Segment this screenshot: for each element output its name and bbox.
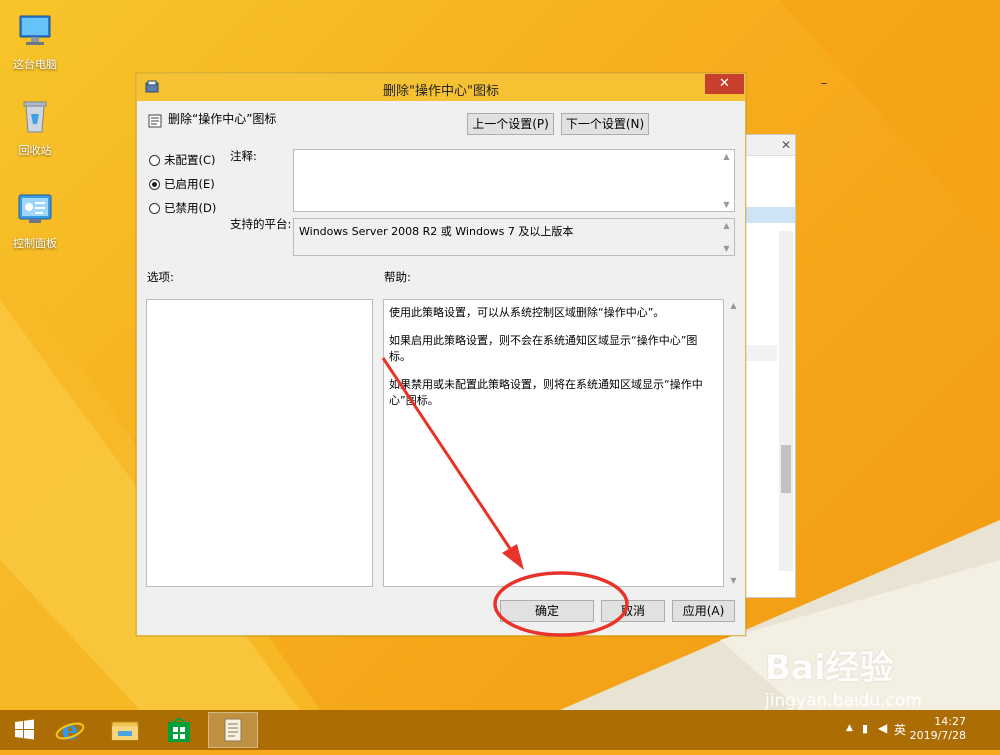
help-paragraph: 使用此策略设置，可以从系统控制区域删除“操作中心”。 [389, 306, 665, 319]
scroll-up-icon[interactable]: ▲ [719, 221, 734, 230]
help-paragraph: 如果禁用或未配置此策略设置，则将在系统通知区域显示“操作中心”图标。 [389, 378, 703, 407]
policy-name: 删除“操作中心”图标 [168, 112, 277, 126]
desktop-icon-recycle-bin[interactable]: 回收站 [6, 96, 64, 158]
dialog-title: 删除"操作中心"图标 [383, 84, 499, 99]
platform-label: 支持的平台: [230, 217, 292, 231]
platform-value: Windows Server 2008 R2 或 Windows 7 及以上版本 [299, 225, 574, 238]
scroll-up-icon[interactable]: ▲ [726, 301, 741, 310]
close-icon[interactable]: ✕ [705, 74, 744, 94]
help-panel: 使用此策略设置，可以从系统控制区域删除“操作中心”。 如果启用此策略设置，则不会… [383, 299, 724, 587]
clock[interactable]: 14:27 2019/7/28 [910, 715, 966, 755]
desktop-icon-label: 回收站 [18, 144, 52, 157]
policy-setting-icon [148, 114, 162, 128]
taskbar-store[interactable] [154, 712, 204, 748]
scroll-down-icon[interactable]: ▼ [719, 200, 734, 209]
background-window[interactable]: ✕ [744, 134, 796, 598]
network-icon[interactable]: ▮ [862, 722, 868, 735]
next-setting-button[interactable]: 下一个设置(N) [561, 113, 649, 135]
folder-icon [111, 721, 139, 741]
radio-disabled[interactable]: 已禁用(D) [149, 200, 216, 216]
tray-overflow-icon[interactable]: ▲ [846, 723, 853, 733]
help-text: 使用此策略设置，可以从系统控制区域删除“操作中心”。 如果启用此策略设置，则不会… [389, 305, 703, 421]
radio-label: 已启用(E) [164, 177, 215, 191]
windows-logo-icon [15, 719, 34, 740]
policy-document-icon [224, 718, 242, 742]
options-label: 选项: [147, 270, 174, 284]
radio-label: 已禁用(D) [164, 201, 217, 215]
watermark-url: jingyan.baidu.com [765, 691, 922, 711]
apply-button[interactable]: 应用(A) [672, 600, 735, 622]
ime-language-indicator[interactable]: 英 [894, 721, 906, 738]
radio-enabled[interactable]: 已启用(E) [149, 176, 215, 192]
platform-scrollbar[interactable]: ▲ ▼ [719, 219, 734, 255]
platform-field: Windows Server 2008 R2 或 Windows 7 及以上版本… [293, 218, 735, 256]
taskbar-ie[interactable]: e [45, 712, 95, 748]
clock-date: 2019/7/28 [909, 729, 966, 742]
clock-time: 14:27 [934, 715, 966, 728]
dialog-titlebar[interactable]: 删除"操作中心"图标 – ✕ [137, 74, 827, 101]
comment-label: 注释: [230, 149, 257, 163]
scroll-down-icon[interactable]: ▼ [719, 244, 734, 253]
scroll-up-icon[interactable]: ▲ [719, 152, 734, 161]
help-label: 帮助: [384, 270, 411, 284]
background-window-titlebar[interactable]: ✕ [745, 135, 795, 156]
close-icon[interactable]: ✕ [781, 138, 791, 152]
taskbar-policy-editor[interactable] [208, 712, 258, 748]
options-panel[interactable] [146, 299, 373, 587]
recycle-bin-icon [23, 101, 47, 133]
store-icon [168, 718, 190, 742]
radio-label: 未配置(C) [164, 153, 216, 167]
scrollbar-thumb[interactable] [781, 445, 791, 493]
desktop-icon-this-pc[interactable]: 这台电脑 [6, 10, 64, 72]
svg-text:e: e [62, 716, 79, 746]
background-window-scrollbar[interactable] [779, 231, 793, 571]
taskbar-file-explorer[interactable] [100, 712, 150, 748]
help-paragraph: 如果启用此策略设置，则不会在系统通知区域显示“操作中心”图标。 [389, 334, 698, 363]
computer-icon [19, 15, 51, 45]
watermark-logo: Bai经验 [765, 648, 894, 688]
ok-button[interactable]: 确定 [500, 600, 594, 622]
volume-icon[interactable]: ◀ [878, 721, 887, 735]
background-window-row [745, 345, 777, 361]
start-button[interactable] [0, 712, 50, 748]
desktop-icon-label: 这台电脑 [13, 58, 57, 71]
radio-not-configured[interactable]: 未配置(C) [149, 152, 216, 168]
scroll-down-icon[interactable]: ▼ [726, 576, 741, 585]
cancel-button[interactable]: 取消 [601, 600, 665, 622]
radio-circle[interactable] [149, 155, 160, 166]
taskbar: e ▲ ▮ ◀ 英 14:27 2019/7/28 [0, 710, 1000, 750]
minimize-icon[interactable]: – [810, 74, 838, 94]
internet-explorer-icon: e [55, 716, 85, 746]
background-window-selection [745, 207, 795, 223]
comment-textarea[interactable]: ▲ ▼ [293, 149, 735, 212]
radio-circle[interactable] [149, 203, 160, 214]
desktop-icon-control-panel[interactable]: 控制面板 [6, 189, 64, 251]
desktop-icon-label: 控制面板 [13, 237, 57, 250]
previous-setting-button[interactable]: 上一个设置(P) [467, 113, 554, 135]
radio-circle-selected[interactable] [149, 179, 160, 190]
control-panel-icon [18, 194, 52, 223]
system-tray[interactable]: ▲ ▮ ◀ 英 [846, 710, 906, 750]
policy-dialog: 删除"操作中心"图标 – ✕ 删除“操作中心”图标 上一个设置(P) 下一个设置… [136, 73, 827, 636]
help-scrollbar[interactable]: ▲ ▼ [726, 299, 741, 587]
comment-scrollbar[interactable]: ▲ ▼ [719, 150, 734, 211]
